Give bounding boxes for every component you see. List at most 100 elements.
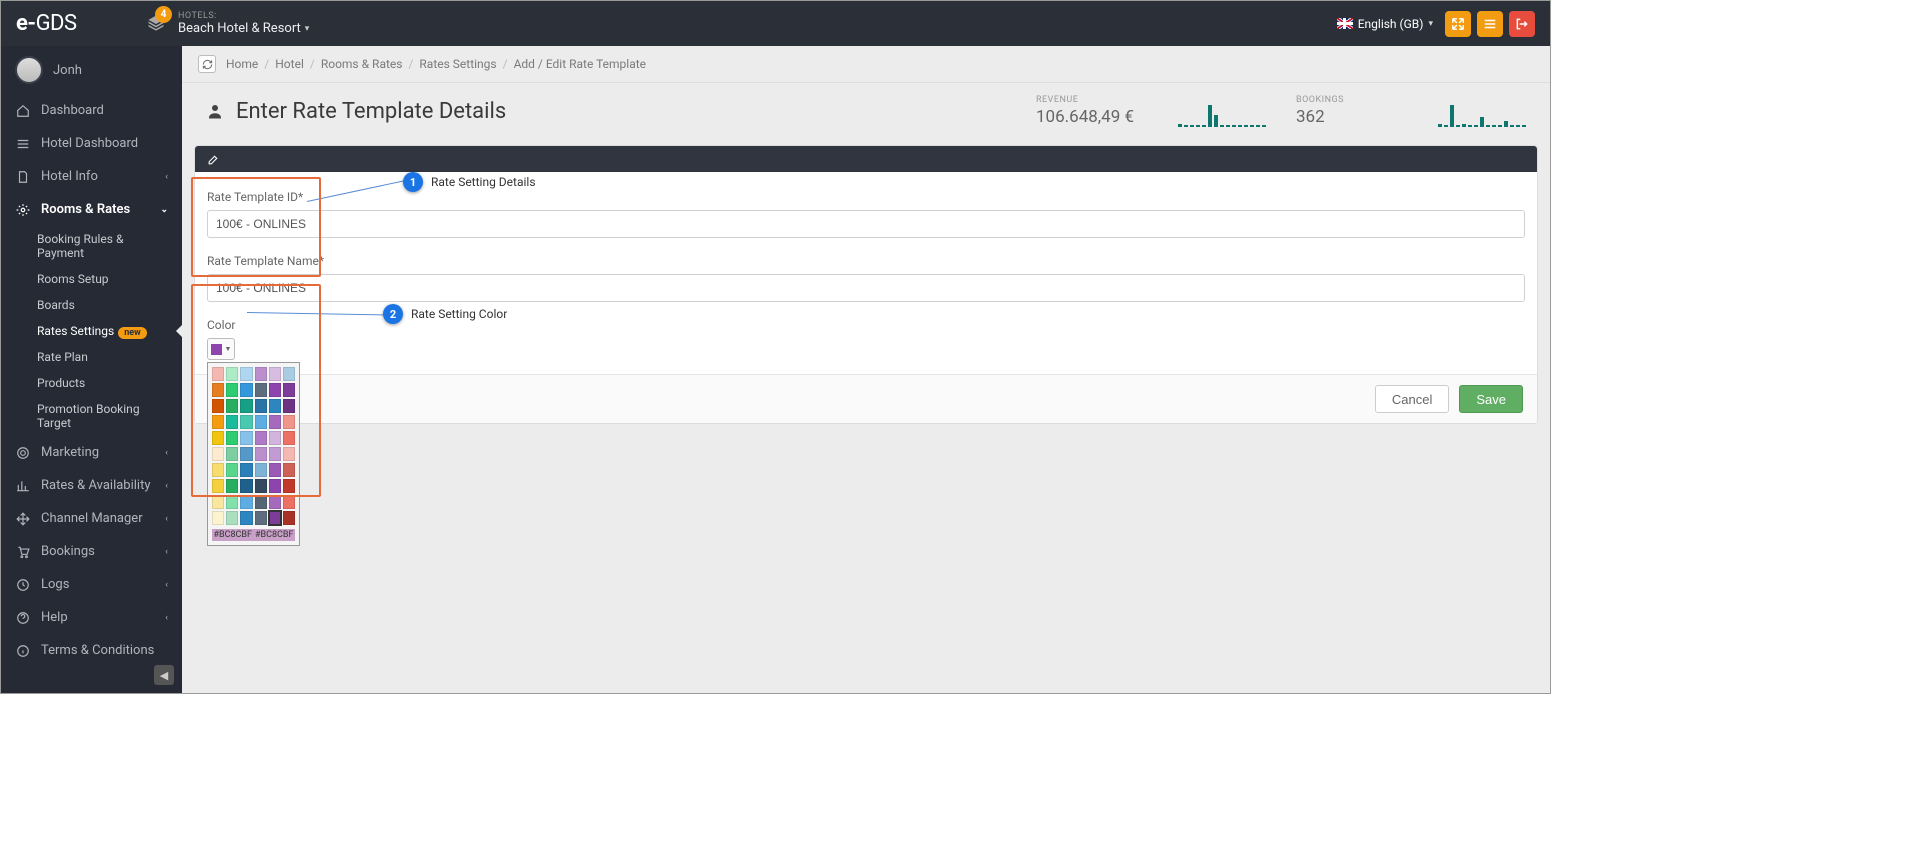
color-swatch[interactable] [212,383,224,397]
sidebar-item-hotel-info[interactable]: Hotel Info‹ [1,160,182,193]
color-swatch[interactable] [240,367,252,381]
color-swatch[interactable] [240,495,252,509]
color-swatch[interactable] [269,479,281,493]
breadcrumb-3[interactable]: Rates Settings [419,57,496,71]
sidebar-item-channel-manager[interactable]: Channel Manager‹ [1,502,182,535]
color-swatch[interactable] [240,479,252,493]
fullscreen-button[interactable] [1445,11,1471,37]
color-dropdown[interactable]: ▼ [207,338,235,360]
sidebar-item-terms-conditions[interactable]: Terms & Conditions [1,634,182,667]
sidebar-subitem-booking-rules-payment[interactable]: Booking Rules & Payment [1,226,182,266]
color-swatch[interactable] [255,383,267,397]
sidebar-item-help[interactable]: Help‹ [1,601,182,634]
color-swatch[interactable] [212,367,224,381]
sidebar-subitem-rooms-setup[interactable]: Rooms Setup [1,266,182,292]
color-swatch[interactable] [255,415,267,429]
hotel-selector[interactable]: HOTELS: Beach Hotel & Resort▾ [178,11,309,36]
color-swatch[interactable] [212,415,224,429]
color-swatch[interactable] [283,511,295,525]
callout-1-badge: 1 [403,172,423,192]
color-swatch[interactable] [226,367,238,381]
sidebar-item-bookings[interactable]: Bookings‹ [1,535,182,568]
color-swatch[interactable] [255,367,267,381]
color-swatch[interactable] [255,511,267,525]
color-swatch[interactable] [240,447,252,461]
sidebar-item-dashboard[interactable]: Dashboard [1,94,182,127]
color-swatch[interactable] [255,463,267,477]
color-swatch[interactable] [269,431,281,445]
color-swatch[interactable] [226,495,238,509]
sidebar-subitem-boards[interactable]: Boards [1,292,182,318]
rate-id-input[interactable] [207,210,1525,238]
hex-preview: #BC8CBF [254,529,296,541]
sidebar-item-marketing[interactable]: Marketing‹ [1,436,182,469]
rate-name-input[interactable] [207,274,1525,302]
color-swatch[interactable] [283,447,295,461]
color-swatch[interactable] [226,447,238,461]
color-swatch[interactable] [240,463,252,477]
color-swatch[interactable] [269,383,281,397]
color-swatch[interactable] [240,399,252,413]
color-swatch[interactable] [226,399,238,413]
sidebar-subitem-products[interactable]: Products [1,370,182,396]
sidebar-item-logs[interactable]: Logs‹ [1,568,182,601]
color-swatch[interactable] [212,511,224,525]
sidebar-subitem-rates-settings[interactable]: Rates Settingsnew [1,318,182,344]
color-swatch[interactable] [212,431,224,445]
color-swatch[interactable] [226,383,238,397]
color-swatch[interactable] [283,383,295,397]
color-swatch[interactable] [255,479,267,493]
color-swatch[interactable] [283,399,295,413]
breadcrumb-2[interactable]: Rooms & Rates [321,57,403,71]
color-swatch[interactable] [226,463,238,477]
sidebar-collapse-button[interactable]: ◀ [154,665,174,685]
color-swatch[interactable] [283,415,295,429]
color-swatch[interactable] [283,463,295,477]
color-swatch[interactable] [240,415,252,429]
sidebar-subitem-rate-plan[interactable]: Rate Plan [1,344,182,370]
color-swatch[interactable] [283,495,295,509]
refresh-icon [202,59,213,70]
color-swatch[interactable] [269,367,281,381]
user-profile[interactable]: Jonh [1,46,182,94]
color-swatch[interactable] [269,399,281,413]
refresh-button[interactable] [198,55,216,73]
color-swatch[interactable] [212,479,224,493]
color-swatch[interactable] [269,415,281,429]
color-swatch[interactable] [226,479,238,493]
color-swatch[interactable] [283,479,295,493]
color-swatch[interactable] [226,415,238,429]
notifications[interactable]: 4 [146,14,166,34]
color-swatch[interactable] [255,399,267,413]
cancel-button[interactable]: Cancel [1375,385,1449,413]
color-swatch[interactable] [255,447,267,461]
breadcrumb-1[interactable]: Hotel [275,57,304,71]
menu-button[interactable] [1477,11,1503,37]
color-picker-popup: #BC8CBF#BC8CBF [207,362,300,546]
breadcrumb-0[interactable]: Home [226,57,258,71]
color-swatch[interactable] [269,511,281,525]
color-swatch[interactable] [240,383,252,397]
color-swatch[interactable] [269,447,281,461]
logout-button[interactable] [1509,11,1535,37]
color-swatch[interactable] [212,495,224,509]
color-swatch[interactable] [212,399,224,413]
sidebar-subitem-promotion-booking-target[interactable]: Promotion Booking Target [1,396,182,436]
sidebar-item-hotel-dashboard[interactable]: Hotel Dashboard [1,127,182,160]
color-swatch[interactable] [255,431,267,445]
color-swatch[interactable] [240,511,252,525]
save-button[interactable]: Save [1459,385,1523,413]
color-swatch[interactable] [212,447,224,461]
sidebar-item-rooms-rates[interactable]: Rooms & Rates⌄ [1,193,182,226]
color-swatch[interactable] [283,431,295,445]
color-swatch[interactable] [212,463,224,477]
sidebar-item-rates-availability[interactable]: Rates & Availability‹ [1,469,182,502]
color-swatch[interactable] [240,431,252,445]
color-swatch[interactable] [226,511,238,525]
language-selector[interactable]: English (GB) ▾ [1337,17,1433,31]
color-swatch[interactable] [226,431,238,445]
color-swatch[interactable] [255,495,267,509]
color-swatch[interactable] [269,495,281,509]
color-swatch[interactable] [283,367,295,381]
color-swatch[interactable] [269,463,281,477]
